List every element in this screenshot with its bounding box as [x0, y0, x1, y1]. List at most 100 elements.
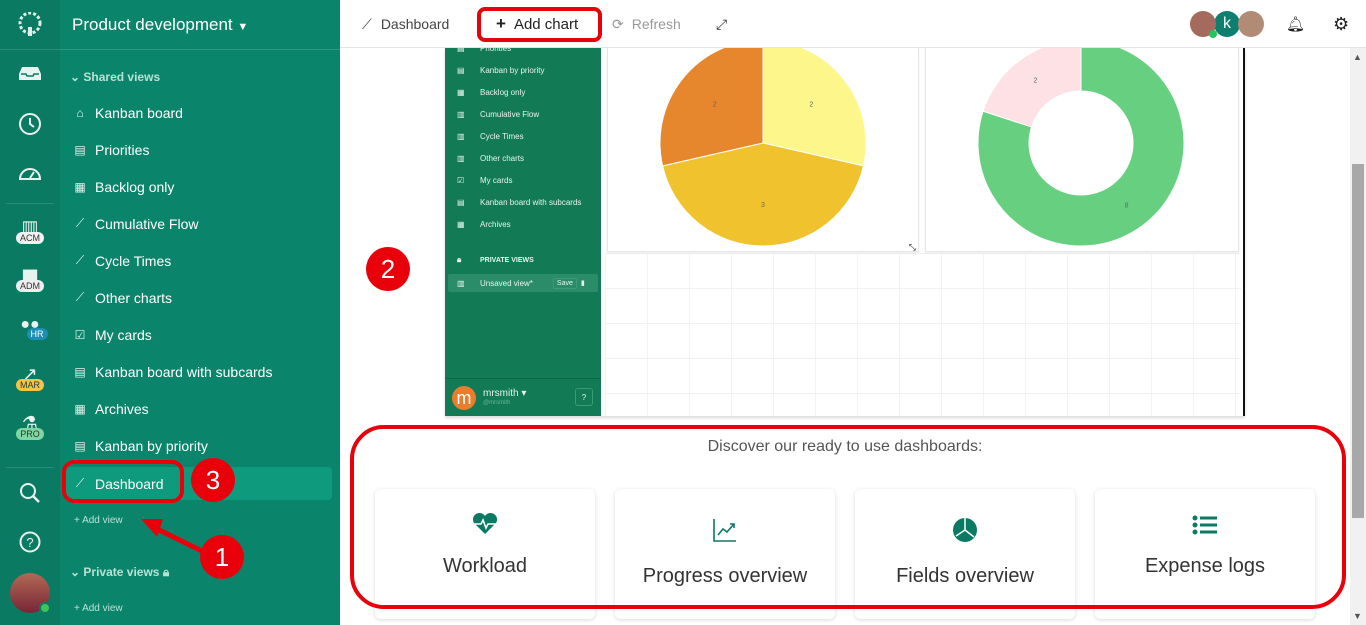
sidebar-item-cycle-times[interactable]: ⟋ Cycle Times: [64, 244, 332, 277]
shared-views-header[interactable]: ⌄ Shared views: [70, 70, 160, 84]
dashboard-title: ⟋ Dashboard: [362, 15, 450, 33]
bar-chart-icon: ▥: [457, 132, 465, 141]
scroll-down-arrow[interactable]: ▼: [1353, 611, 1362, 621]
pie-chart-card: 2 3 2 ⤡: [607, 48, 919, 252]
plus-icon: +: [74, 515, 80, 526]
board-icon: ▤: [74, 438, 86, 453]
annotation-dashboard-highlight: [62, 460, 184, 503]
slice-label: 3: [761, 202, 765, 209]
workspace-badge: ACM: [16, 232, 44, 244]
online-status-dot: [1209, 30, 1217, 38]
embedded-item: ▥ Cumulative Flow: [457, 110, 540, 119]
embedded-item: ▤ Priorities: [457, 48, 511, 53]
embedded-user-handle: @mrsmith: [483, 400, 511, 406]
embedded-item: ▥ Other charts: [457, 154, 525, 163]
board-icon: ▤: [457, 198, 465, 207]
sidebar-item-my-cards[interactable]: ☑ My cards: [64, 318, 332, 351]
workspace-badge: PRO: [16, 428, 44, 440]
refresh-button[interactable]: ⟳ Refresh: [612, 0, 681, 48]
member-avatar: k: [1214, 11, 1240, 37]
annotation-marker-1: 1: [200, 535, 244, 579]
table-icon: ▦: [457, 88, 465, 97]
add-private-view-button[interactable]: + Add view: [74, 603, 123, 614]
slice-label: 2: [713, 101, 717, 108]
caret-down-icon: ▼: [237, 21, 249, 33]
add-shared-view-button[interactable]: + Add view: [74, 515, 123, 526]
workspace-title[interactable]: Product development ▼: [72, 15, 248, 35]
divider: [445, 378, 601, 379]
annotation-add-chart-highlight: [477, 7, 602, 42]
workspace-badge: HR: [26, 328, 48, 340]
resize-handle-icon[interactable]: ⤡: [909, 242, 916, 253]
refresh-icon: ⟳: [612, 15, 624, 32]
embedded-user-avatar: m: [452, 386, 476, 410]
embedded-help-icon: ?: [575, 388, 593, 406]
scroll-up-arrow[interactable]: ▲: [1353, 52, 1362, 62]
rail-divider: [6, 467, 54, 468]
sidebar-item-kanban-subcards[interactable]: ▤ Kanban board with subcards: [64, 355, 332, 388]
lock-icon: 🔒︎: [162, 565, 170, 579]
board-icon: ▤: [74, 364, 86, 379]
workspace-hr[interactable]: ●● HR: [0, 316, 60, 340]
sidebar-item-other-charts[interactable]: ⟋ Other charts: [64, 281, 332, 314]
embedded-unsaved-view: ▥ Unsaved view* Save ▮: [448, 274, 598, 292]
slice-label: 2: [809, 101, 813, 108]
pie-slice[interactable]: [982, 48, 1082, 128]
sidebar-item-archives[interactable]: ▦ Archives: [64, 392, 332, 425]
annotation-marker-2: 2: [366, 247, 410, 291]
embedded-item: ▦ Backlog only: [457, 88, 526, 97]
workspace-acm[interactable]: ▥ ACM: [0, 217, 60, 244]
inbox-icon[interactable]: [0, 65, 60, 81]
workspace-mar[interactable]: ↗ MAR: [0, 364, 60, 391]
notifications-button[interactable]: 🔔︎: [1286, 0, 1305, 48]
fullscreen-button[interactable]: ⤢: [716, 0, 727, 48]
bar-chart-icon: ▥: [457, 154, 465, 163]
pie-chart: 2 3 2: [659, 48, 867, 247]
clock-icon[interactable]: [0, 112, 60, 136]
vertical-scrollbar[interactable]: ▲ ▼: [1350, 48, 1366, 625]
slice-label: 8: [1125, 203, 1129, 210]
table-icon: ▦: [74, 401, 86, 416]
embedded-item: ▥ Cycle Times: [457, 132, 524, 141]
gear-icon: ⚙: [1333, 13, 1350, 34]
line-chart-icon: ⟋: [75, 253, 85, 267]
search-icon[interactable]: [0, 482, 60, 504]
embedded-user-name: mrsmith ▾: [483, 388, 527, 399]
workspace-adm[interactable]: ▆ ADM: [0, 265, 60, 292]
embedded-sidebar: ▤ Priorities ▤ Kanban by priority ▦ Backlog…: [445, 48, 601, 416]
checkbox-icon: ☑: [74, 327, 86, 342]
svg-text:?: ?: [26, 535, 33, 550]
sidebar-item-kanban-board[interactable]: ⌂ Kanban board: [64, 96, 332, 129]
bar-chart-icon: ▥: [457, 278, 465, 288]
sidebar-item-cumulative-flow[interactable]: ⟋ Cumulative Flow: [64, 207, 332, 240]
dashboard-gauge-icon[interactable]: [0, 163, 60, 183]
member-avatar: [1238, 11, 1264, 37]
help-icon[interactable]: ?: [0, 531, 60, 553]
workspace-badge: ADM: [16, 280, 44, 292]
private-views-header[interactable]: ⌄ Private views 🔒︎: [70, 565, 169, 580]
chevron-down-icon: ⌄: [70, 70, 81, 84]
lock-icon: 🔒︎: [457, 255, 462, 264]
online-status-dot: [39, 602, 51, 614]
scroll-thumb[interactable]: [1352, 164, 1364, 518]
members-avatars[interactable]: k: [1190, 0, 1264, 48]
app-logo[interactable]: [0, 0, 60, 50]
embedded-private-views: 🔒︎ PRIVATE VIEWS: [457, 255, 534, 264]
line-chart-icon: ⟋: [75, 216, 85, 230]
workspace-pro[interactable]: ⚗ PRO: [0, 413, 60, 440]
embedded-screenshot: ▤ Priorities ▤ Kanban by priority ▦ Backlog…: [445, 48, 1245, 416]
board-icon: ▤: [457, 66, 465, 75]
rail-divider: [6, 203, 54, 204]
table-icon: ▦: [74, 179, 86, 194]
settings-button[interactable]: ⚙: [1333, 0, 1349, 48]
embedded-item: ☑ My cards: [457, 176, 513, 185]
embedded-item: ▤ Kanban by priority: [457, 66, 545, 75]
divider: [60, 49, 340, 50]
embedded-item: ▦ Archives: [457, 220, 511, 229]
annotation-marker-3: 3: [191, 458, 235, 502]
sidebar-item-backlog-only[interactable]: ▦ Backlog only: [64, 170, 332, 203]
user-avatar[interactable]: [0, 573, 60, 614]
sidebar-item-kanban-by-priority[interactable]: ▤ Kanban by priority: [64, 429, 332, 462]
sidebar-item-priorities[interactable]: ▤ Priorities: [64, 133, 332, 166]
board-icon: ▤: [74, 142, 86, 157]
